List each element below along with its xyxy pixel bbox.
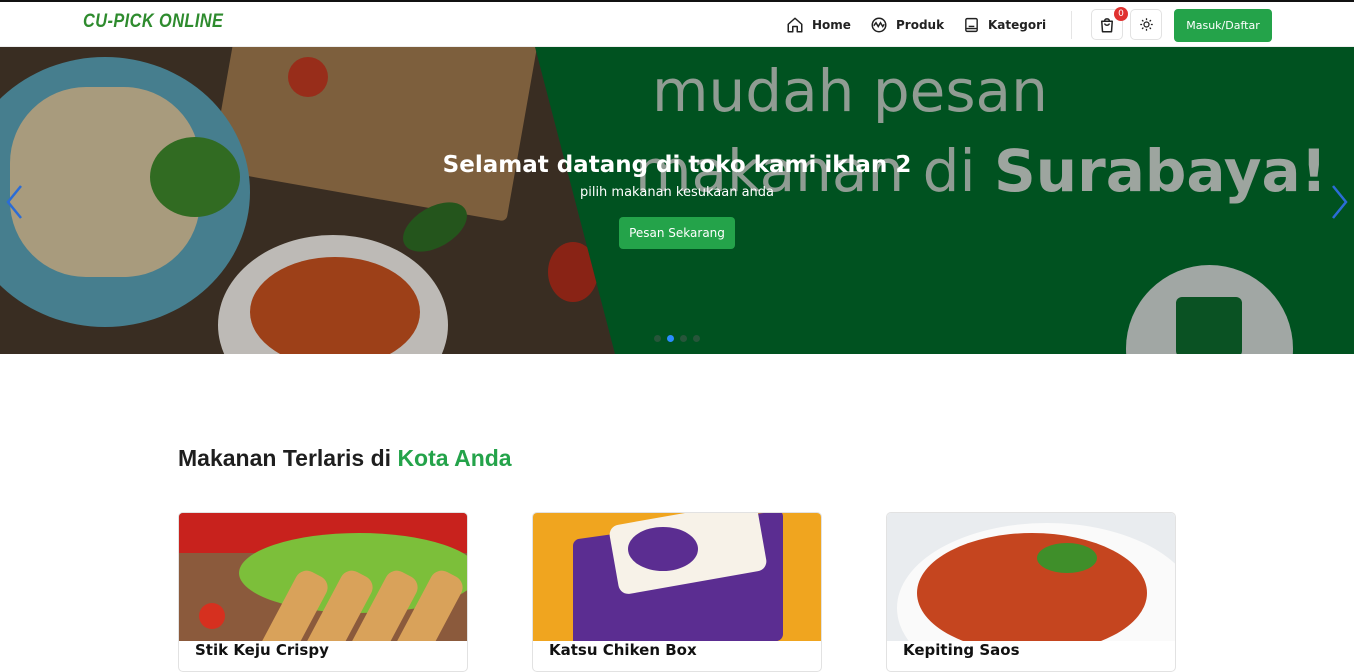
section-title-prefix: Makanan Terlaris di <box>178 445 398 471</box>
nav-home-label: Home <box>812 18 851 32</box>
product-image <box>533 513 821 641</box>
order-now-button[interactable]: Pesan Sekarang <box>619 217 735 249</box>
product-icon <box>871 17 887 33</box>
sun-icon <box>1139 18 1153 31</box>
product-card[interactable]: Stik Keju Crispy <box>178 512 468 672</box>
theme-toggle-button[interactable] <box>1130 9 1162 40</box>
nav-kategori-label: Kategori <box>988 18 1047 32</box>
home-icon <box>787 17 803 33</box>
hero-title-text: Selamat datang di toko kami iklan 2 <box>442 152 912 178</box>
nav-produk-label: Produk <box>896 18 945 32</box>
product-name: Katsu Chiken Box <box>549 641 697 659</box>
carousel-dot-3[interactable] <box>680 335 687 342</box>
cart-button[interactable]: 0 <box>1091 7 1128 40</box>
hero-subtitle-text: pilih makanan kesukaan anda <box>579 185 775 200</box>
brand-logo[interactable]: CU-PICK ONLINE <box>83 11 223 33</box>
product-name: Stik Keju Crispy <box>195 641 329 659</box>
product-image <box>887 513 1175 641</box>
product-card[interactable]: Kepiting Saos <box>886 512 1176 672</box>
login-register-button[interactable]: Masuk/Daftar <box>1174 9 1272 42</box>
product-card[interactable]: Katsu Chiken Box <box>532 512 822 672</box>
book-icon <box>965 17 978 33</box>
shopping-bag-icon <box>1101 17 1113 32</box>
carousel-prev-button[interactable] <box>2 182 26 222</box>
product-name: Kepiting Saos <box>903 641 1020 659</box>
nav-divider <box>1071 11 1072 39</box>
hero-title: Selamat datang di toko kami iklan 2 <box>0 152 1354 178</box>
section-title: Makanan Terlaris di Kota Anda <box>178 445 512 472</box>
hero-overlay <box>0 47 1354 354</box>
nav-produk[interactable]: Produk <box>870 14 944 36</box>
nav-home[interactable]: Home <box>786 14 851 36</box>
hero-subtitle: pilih makanan kesukaan anda <box>0 185 1354 200</box>
carousel-indicators <box>654 335 700 342</box>
herb-garnish <box>1037 543 1097 573</box>
katsu-logo <box>628 527 698 571</box>
carousel-dot-2[interactable] <box>667 335 674 342</box>
carousel-next-button[interactable] <box>1328 182 1352 222</box>
carousel-dot-1[interactable] <box>654 335 661 342</box>
section-title-accent: Kota Anda <box>397 445 512 471</box>
hero-carousel: mudah pesan makanan di Surabaya! Selamat… <box>0 47 1354 354</box>
carousel-dot-4[interactable] <box>693 335 700 342</box>
nav-kategori[interactable]: Kategori <box>963 14 1046 36</box>
cherry-tomato <box>199 603 225 629</box>
cart-count-badge: 0 <box>1114 7 1128 21</box>
crab-in-sauce <box>917 533 1147 641</box>
navbar: CU-PICK ONLINE Home Produk Kategori 0 Ma… <box>0 2 1354 47</box>
chevron-right-icon <box>1332 185 1348 219</box>
chevron-left-icon <box>6 185 22 219</box>
product-image <box>179 513 467 641</box>
